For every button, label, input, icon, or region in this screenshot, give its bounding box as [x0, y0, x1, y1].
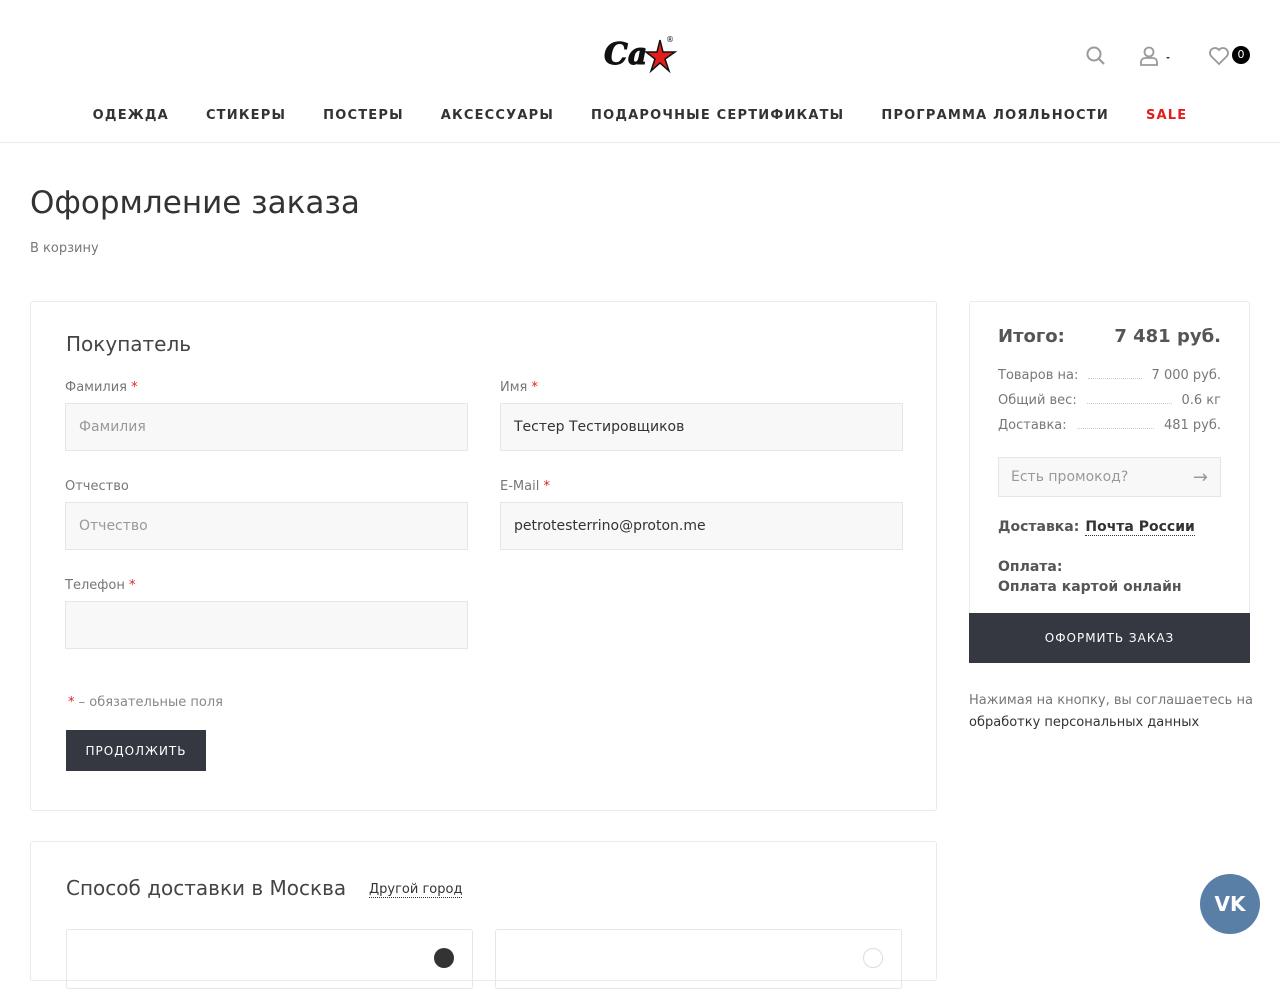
label: Отчество — [65, 479, 129, 494]
personal-data-link[interactable]: обработку персональных данных — [969, 715, 1199, 730]
user-icon[interactable] — [1140, 46, 1174, 70]
arrow-right-icon[interactable]: → — [1193, 467, 1208, 488]
required-star: * — [131, 380, 138, 395]
firstname-input[interactable] — [500, 403, 903, 451]
radio-selected[interactable] — [434, 948, 454, 968]
svg-text:®: ® — [666, 35, 674, 44]
nav-loyalty[interactable]: ПРОГРАММА ЛОЯЛЬНОСТИ — [881, 108, 1109, 123]
wishlist-count: 0 — [1232, 46, 1250, 64]
row-value: 7 000 руб. — [1151, 368, 1221, 383]
continue-button[interactable]: ПРОДОЛЖИТЬ — [66, 730, 206, 771]
nav-accessories[interactable]: АКСЕССУАРЫ — [441, 108, 554, 123]
nav-stickers[interactable]: СТИКЕРЫ — [206, 108, 286, 123]
lastname-field: Фамилия * — [65, 380, 468, 451]
row-value: 0.6 кг — [1181, 393, 1222, 408]
row-label: Товаров на: — [998, 368, 1079, 383]
delivery-title: Способ доставки в Москва — [66, 876, 347, 900]
svg-text:Ca: Ca — [604, 37, 647, 72]
total-label: Итого: — [998, 326, 1065, 347]
nav-sale[interactable]: SALE — [1146, 108, 1187, 123]
main-nav: ОДЕЖДА СТИКЕРЫ ПОСТЕРЫ АКСЕССУАРЫ ПОДАРО… — [0, 108, 1280, 123]
row-label: Доставка: — [998, 418, 1067, 433]
place-order-button[interactable]: ОФОРМИТЬ ЗАКАЗ — [969, 613, 1250, 663]
page-title: Оформление заказа — [30, 185, 360, 221]
required-star: * — [128, 578, 136, 593]
search-icon[interactable] — [1086, 46, 1106, 70]
phone-field: Телефон * — [65, 578, 468, 649]
consent-note: Нажимая на кнопку, вы соглашаетесь на об… — [969, 690, 1259, 734]
lastname-input[interactable] — [65, 403, 468, 451]
order-summary: Итого: 7 481 руб. Товаров на: 7 000 руб. О… — [969, 301, 1250, 663]
promo-placeholder: Есть промокод? — [1011, 469, 1129, 485]
nav-posters[interactable]: ПОСТЕРЫ — [323, 108, 404, 123]
summary-row: Доставка: 481 руб. — [998, 418, 1221, 433]
header: Ca ® 0 ОДЕЖДА СТИКЕРЫ ПОСТЕРЫ АКСЕССУАРЫ … — [0, 0, 1280, 143]
phone-input[interactable] — [65, 601, 468, 649]
wishlist-button[interactable]: 0 — [1208, 46, 1250, 70]
required-star: * — [531, 380, 539, 395]
firstname-field: Имя * — [500, 380, 903, 451]
row-label: Общий вес: — [998, 393, 1077, 408]
label: E-Mail — [500, 479, 540, 494]
back-to-cart-link[interactable]: В корзину — [30, 241, 99, 256]
total-value: 7 481 руб. — [1114, 326, 1221, 347]
middlename-input[interactable] — [65, 502, 468, 550]
row-value: 481 руб. — [1163, 418, 1221, 433]
label: Телефон — [65, 578, 125, 593]
delivery-card: Способ доставки в Москва Другой город — [30, 841, 937, 989]
promo-input[interactable]: Есть промокод? → — [998, 457, 1221, 497]
label: Фамилия — [65, 380, 127, 395]
required-note: * – обязательные поля — [68, 695, 223, 710]
required-star: * — [543, 479, 550, 494]
buyer-title: Покупатель — [66, 332, 192, 356]
radio-unselected[interactable] — [863, 948, 883, 968]
label: Имя — [500, 380, 528, 395]
email-input[interactable] — [500, 502, 903, 550]
required-note-text: – обязательные поля — [74, 695, 223, 710]
buyer-card: Покупатель Фамилия * Имя * Отчество E-Ma… — [30, 301, 937, 811]
logo[interactable]: Ca ® — [602, 32, 678, 78]
nav-gift-certificates[interactable]: ПОДАРОЧНЫЕ СЕРТИФИКАТЫ — [591, 108, 844, 123]
delivery-method-link[interactable]: Почта России — [1085, 519, 1195, 536]
delivery-option[interactable] — [495, 929, 902, 989]
delivery-label: Доставка: — [998, 519, 1080, 535]
payment-label: Оплата: — [998, 559, 1063, 575]
middlename-field: Отчество — [65, 479, 468, 550]
nav-clothing[interactable]: ОДЕЖДА — [93, 108, 169, 123]
delivery-option[interactable] — [66, 929, 473, 989]
summary-row: Товаров на: 7 000 руб. — [998, 368, 1221, 383]
heart-icon — [1209, 47, 1229, 66]
vk-button[interactable]: VK — [1200, 874, 1260, 934]
summary-row: Общий вес: 0.6 кг — [998, 393, 1221, 408]
consent-text: Нажимая на кнопку, вы соглашаетесь на — [969, 693, 1253, 708]
other-city-link[interactable]: Другой город — [369, 882, 463, 898]
payment-value: Оплата картой онлайн — [998, 579, 1182, 595]
email-field: E-Mail * — [500, 479, 903, 550]
